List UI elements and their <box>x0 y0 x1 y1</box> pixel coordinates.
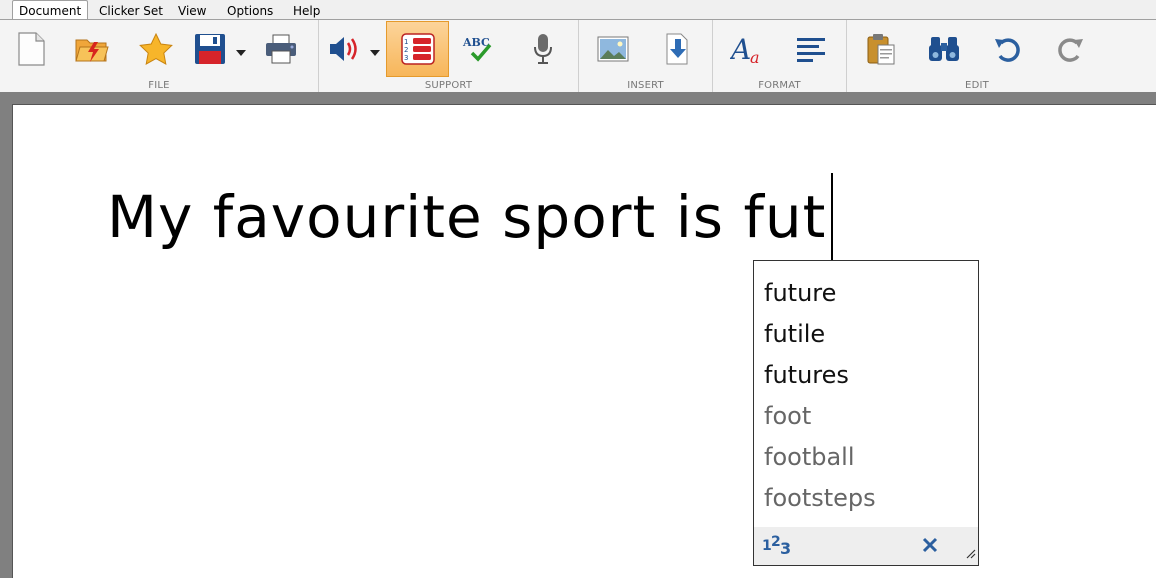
save-button[interactable] <box>180 23 240 75</box>
tab-view[interactable]: View <box>178 0 206 20</box>
insert-group-label: INSERT <box>627 80 664 91</box>
resize-grip-icon[interactable] <box>966 544 976 563</box>
insert-file-icon <box>663 33 691 65</box>
printer-icon <box>265 34 297 64</box>
svg-text:A: A <box>730 33 751 65</box>
prediction-list: future futile futures foot football foot… <box>764 274 876 520</box>
prediction-item[interactable]: footsteps <box>764 479 876 520</box>
menu-bar: Document Clicker Set View Options Help <box>0 0 1156 20</box>
svg-text:2: 2 <box>404 46 408 54</box>
svg-text:3: 3 <box>404 54 408 62</box>
align-button[interactable] <box>781 23 841 75</box>
prediction-footer: 123 <box>754 527 978 565</box>
save-disk-icon <box>194 33 226 65</box>
format-group: Aa FORMAT <box>713 20 847 92</box>
edit-group: EDIT <box>847 20 1107 92</box>
font-style-icon: Aa <box>730 33 764 65</box>
speech-dropdown[interactable] <box>369 44 381 56</box>
favourite-star-icon <box>139 33 173 65</box>
speech-button[interactable] <box>314 23 374 75</box>
microphone-icon <box>533 33 553 65</box>
find-button[interactable] <box>914 23 974 75</box>
tab-help[interactable]: Help <box>293 0 320 20</box>
save-dropdown[interactable] <box>235 44 247 56</box>
speaker-icon <box>328 34 360 64</box>
word-predictor-button[interactable]: 123 <box>386 21 449 77</box>
print-button[interactable] <box>251 23 311 75</box>
paste-clipboard-icon <box>866 33 896 65</box>
svg-text:3: 3 <box>780 539 791 556</box>
voice-button[interactable] <box>513 23 573 75</box>
support-group: 123 ABC SUPPORT <box>319 20 579 92</box>
word-prediction-list-icon: 123 <box>400 33 435 65</box>
prediction-item[interactable]: futile <box>764 315 876 356</box>
support-group-label: SUPPORT <box>424 80 473 91</box>
document-text[interactable]: My favourite sport is fut <box>107 177 826 257</box>
insert-file-button[interactable] <box>647 23 707 75</box>
new-document-button[interactable] <box>1 23 61 75</box>
align-left-icon <box>796 36 826 62</box>
insert-picture-icon <box>597 36 629 62</box>
word-prediction-popup: future futile futures foot football foot… <box>753 260 979 566</box>
undo-button[interactable] <box>978 23 1038 75</box>
chevron-down-icon <box>236 41 246 60</box>
favourite-button[interactable] <box>126 23 186 75</box>
chevron-down-icon <box>370 41 380 60</box>
file-group-label: FILE <box>148 80 170 91</box>
svg-text:1: 1 <box>404 38 408 46</box>
insert-group: INSERT <box>579 20 713 92</box>
redo-icon <box>1055 34 1085 64</box>
tab-options[interactable]: Options <box>227 0 273 20</box>
prediction-item[interactable]: foot <box>764 397 876 438</box>
svg-text:ABC: ABC <box>462 36 490 49</box>
paste-button[interactable] <box>851 23 911 75</box>
find-binoculars-icon <box>928 35 960 63</box>
prediction-item[interactable]: future <box>764 274 876 315</box>
tab-clicker-set[interactable]: Clicker Set <box>99 0 163 20</box>
redo-button[interactable] <box>1040 23 1100 75</box>
open-button[interactable] <box>62 23 122 75</box>
ribbon-toolbar: FILE 123 ABC SUPPORT INSERT A a FORMAT E… <box>0 19 1156 92</box>
font-button[interactable]: Aa <box>717 23 777 75</box>
prediction-item[interactable]: football <box>764 438 876 479</box>
tab-document[interactable]: Document <box>12 0 89 20</box>
svg-text:a: a <box>750 48 760 65</box>
format-group-label: FORMAT <box>758 80 801 91</box>
document-page[interactable]: My favourite sport is fut <box>12 104 1156 578</box>
spell-check-icon: ABC <box>462 34 496 64</box>
spellcheck-button[interactable]: ABC <box>449 23 509 75</box>
undo-icon <box>993 34 1023 64</box>
document-frame: My favourite sport is fut <box>0 92 1156 578</box>
file-group: FILE <box>0 20 319 92</box>
insert-picture-button[interactable] <box>583 23 643 75</box>
new-document-icon <box>16 32 46 66</box>
edit-group-label: EDIT <box>965 80 989 91</box>
prediction-item[interactable]: futures <box>764 356 876 397</box>
open-folder-icon <box>74 34 110 64</box>
close-icon[interactable] <box>922 537 938 557</box>
numbers-123-icon[interactable]: 123 <box>762 534 796 560</box>
